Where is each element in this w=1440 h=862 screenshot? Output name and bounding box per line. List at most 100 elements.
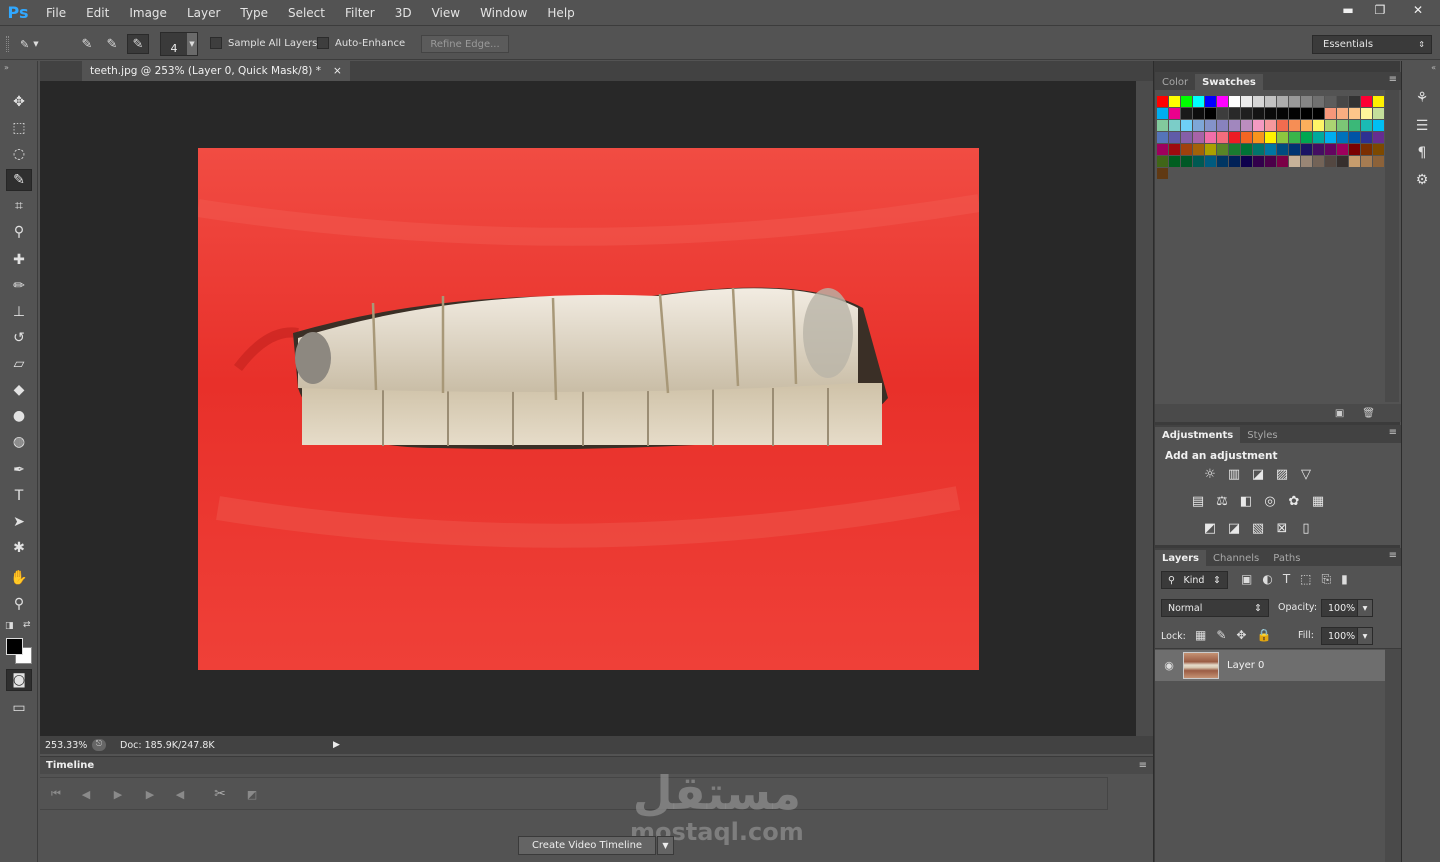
color-swatch[interactable]	[1289, 144, 1300, 155]
color-swatch[interactable]	[1349, 144, 1360, 155]
dodge-tool-icon[interactable]: ◍	[6, 431, 32, 453]
timeline-tab[interactable]: Timeline	[46, 760, 94, 771]
color-swatch[interactable]	[1349, 156, 1360, 167]
lock-transparent-icon[interactable]: ▦	[1195, 628, 1206, 642]
color-swatch[interactable]	[1193, 156, 1204, 167]
healing-brush-tool-icon[interactable]: ✚	[6, 249, 32, 271]
panel-menu-icon[interactable]: ≡	[1139, 760, 1147, 771]
color-swatch[interactable]	[1325, 144, 1336, 155]
menu-window[interactable]: Window	[470, 0, 537, 26]
color-swatch[interactable]	[1253, 96, 1264, 107]
color-swatch[interactable]	[1181, 108, 1192, 119]
color-swatch[interactable]	[1277, 96, 1288, 107]
color-swatch[interactable]	[1373, 96, 1384, 107]
swatches-scrollbar[interactable]	[1385, 90, 1399, 402]
color-swatch[interactable]	[1157, 96, 1168, 107]
color-swatch[interactable]	[1265, 132, 1276, 143]
vertical-scrollbar[interactable]	[1136, 81, 1153, 736]
color-swatch[interactable]	[1373, 120, 1384, 131]
color-swatch[interactable]	[1337, 108, 1348, 119]
properties-icon[interactable]: ☰	[1410, 115, 1434, 137]
adjustment-filter-icon[interactable]: ◐	[1262, 572, 1272, 587]
color-swatch[interactable]	[1373, 156, 1384, 167]
canvas-area[interactable]	[40, 81, 1136, 736]
close-button[interactable]: ✕	[1396, 0, 1440, 20]
color-swatch[interactable]	[1205, 120, 1216, 131]
status-menu-arrow-icon[interactable]: ▶	[333, 740, 340, 750]
color-swatch[interactable]	[1193, 120, 1204, 131]
color-swatch[interactable]	[1229, 156, 1240, 167]
color-swatch[interactable]	[1313, 108, 1324, 119]
color-swatch[interactable]	[1169, 132, 1180, 143]
history-brush-tool-icon[interactable]: ↺	[6, 327, 32, 349]
panel-menu-icon[interactable]: ≡	[1389, 550, 1397, 561]
color-swatch[interactable]	[1205, 96, 1216, 107]
color-swatch[interactable]	[1181, 156, 1192, 167]
color-swatch[interactable]	[1241, 156, 1252, 167]
color-swatch[interactable]	[1253, 156, 1264, 167]
color-swatch[interactable]	[1277, 120, 1288, 131]
color-swatch[interactable]	[1241, 96, 1252, 107]
clone-stamp-tool-icon[interactable]: ⊥	[6, 301, 32, 323]
opacity-dropdown[interactable]: ▾	[1357, 599, 1373, 617]
menu-edit[interactable]: Edit	[76, 0, 119, 26]
color-swatch[interactable]	[1301, 132, 1312, 143]
pen-tool-icon[interactable]: ✒	[6, 459, 32, 481]
panel-menu-icon[interactable]: ≡	[1389, 74, 1397, 85]
color-swatch[interactable]	[1277, 144, 1288, 155]
color-swatch[interactable]	[1169, 108, 1180, 119]
layers-scrollbar[interactable]	[1385, 649, 1401, 862]
add-to-selection-icon[interactable]: ✎	[101, 34, 123, 54]
color-swatch[interactable]	[1301, 144, 1312, 155]
color-swatch[interactable]	[1265, 96, 1276, 107]
color-swatch[interactable]	[1301, 120, 1312, 131]
color-swatch[interactable]	[1229, 132, 1240, 143]
color-swatch[interactable]	[1193, 144, 1204, 155]
export-icon[interactable]: ⎋	[92, 739, 106, 751]
color-swatch[interactable]	[1277, 156, 1288, 167]
color-swatch[interactable]	[1313, 132, 1324, 143]
menu-type[interactable]: Type	[230, 0, 278, 26]
color-swatch[interactable]	[1325, 132, 1336, 143]
workspace-select[interactable]: Essentials ⇕	[1312, 35, 1432, 54]
color-swatch[interactable]	[1349, 120, 1360, 131]
color-swatch[interactable]	[1361, 120, 1372, 131]
subtract-from-selection-icon[interactable]: ✎	[127, 34, 149, 54]
tool-preset-picker[interactable]: ✎ ▼	[20, 34, 58, 54]
color-swatch[interactable]	[1265, 144, 1276, 155]
color-swatch[interactable]	[1169, 120, 1180, 131]
vibrance-icon[interactable]: ▽	[1297, 465, 1315, 483]
color-swatch[interactable]	[1349, 132, 1360, 143]
color-swatch[interactable]	[1361, 144, 1372, 155]
lasso-tool-icon[interactable]: ◌	[6, 143, 32, 165]
threshold-icon[interactable]: ▧	[1249, 519, 1267, 537]
color-swatch[interactable]	[1241, 108, 1252, 119]
selective-color-icon[interactable]: ⊠	[1273, 519, 1291, 537]
brush-size-picker[interactable]: 4 ▼	[160, 32, 198, 56]
color-swatch[interactable]	[1253, 144, 1264, 155]
shape-filter-icon[interactable]: ⬚	[1300, 572, 1311, 587]
menu-view[interactable]: View	[422, 0, 470, 26]
type-filter-icon[interactable]: T	[1283, 572, 1290, 587]
color-swatch[interactable]	[1205, 156, 1216, 167]
color-balance-icon[interactable]: ⚖	[1213, 492, 1231, 510]
black-white-icon[interactable]: ◧	[1237, 492, 1255, 510]
hand-tool-icon[interactable]: ✋	[6, 567, 32, 589]
layer-name[interactable]: Layer 0	[1227, 660, 1264, 671]
close-tab-icon[interactable]: ×	[333, 65, 342, 77]
color-swatch[interactable]	[1169, 96, 1180, 107]
chevron-down-icon[interactable]: ▼	[657, 836, 674, 855]
menu-select[interactable]: Select	[278, 0, 335, 26]
color-swatch[interactable]	[1325, 96, 1336, 107]
tab-channels[interactable]: Channels	[1206, 550, 1266, 566]
menu-help[interactable]: Help	[537, 0, 584, 26]
color-swatch[interactable]	[1229, 96, 1240, 107]
tab-swatches[interactable]: Swatches	[1195, 74, 1263, 90]
pixel-filter-icon[interactable]: ▣	[1241, 572, 1252, 587]
audio-icon[interactable]: ◀	[172, 786, 188, 802]
panel-menu-icon[interactable]: ≡	[1389, 427, 1397, 438]
invert-icon[interactable]: ◩	[1201, 519, 1219, 537]
color-swatch[interactable]	[1193, 96, 1204, 107]
color-swatch[interactable]	[1361, 96, 1372, 107]
checkbox-box[interactable]	[317, 37, 329, 49]
